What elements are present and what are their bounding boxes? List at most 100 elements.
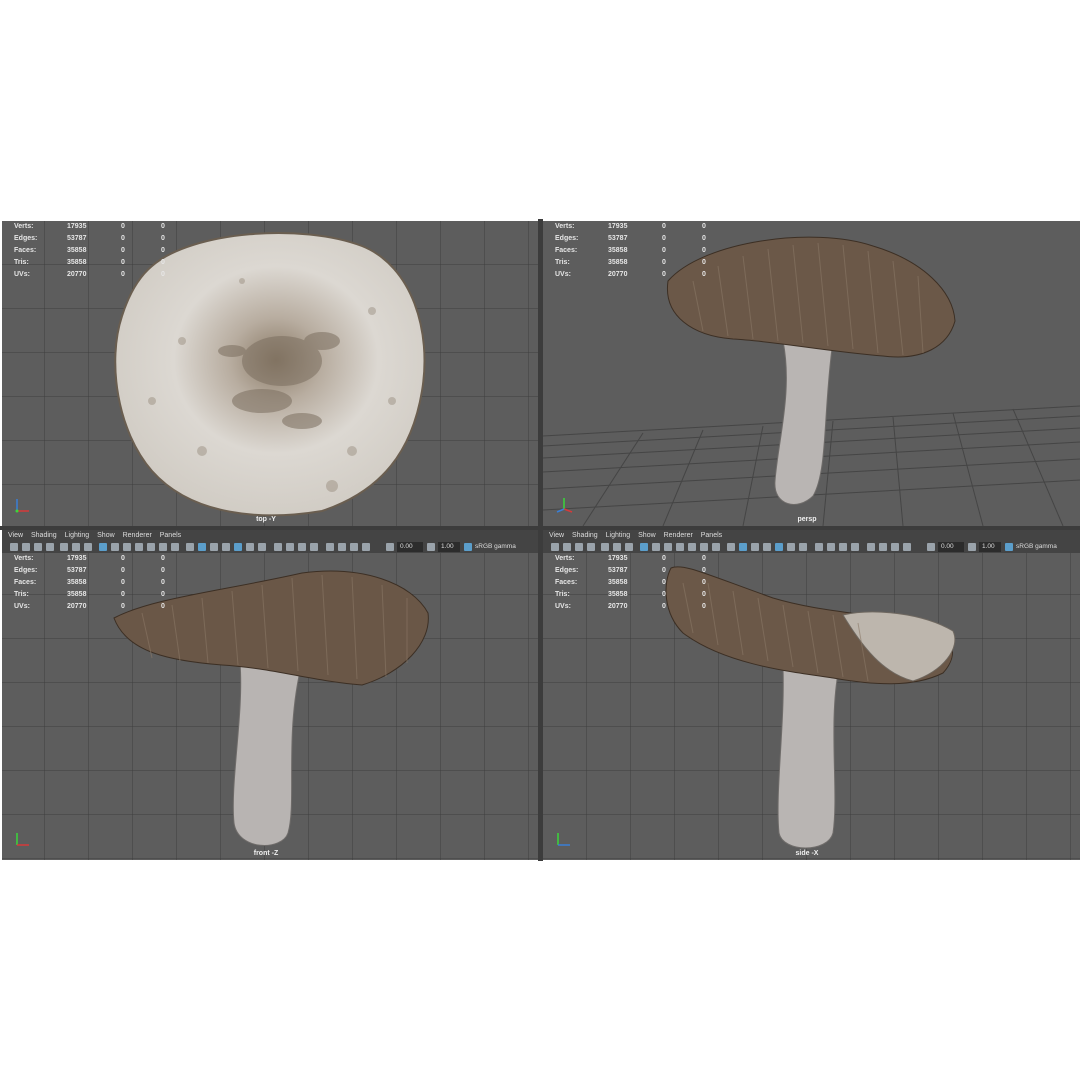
axis-gizmo-icon xyxy=(554,495,574,515)
grid-icon[interactable] xyxy=(640,543,648,551)
camera-icon[interactable] xyxy=(10,543,18,551)
menu-panels[interactable]: Panels xyxy=(160,530,181,541)
anti-alias-icon[interactable] xyxy=(298,543,306,551)
exposure-icon[interactable] xyxy=(386,543,394,551)
gamma-field[interactable]: 1.00 xyxy=(979,542,1001,552)
panel-toolbar: 0.00 1.00 sRGB gamma xyxy=(2,541,538,553)
depth-of-field-icon[interactable] xyxy=(310,543,318,551)
menu-renderer[interactable]: Renderer xyxy=(664,530,693,541)
default-material-icon[interactable] xyxy=(751,543,759,551)
image-plane-icon[interactable] xyxy=(587,543,595,551)
exposure-field[interactable]: 0.00 xyxy=(938,542,964,552)
image-plane-icon[interactable] xyxy=(46,543,54,551)
color-space-label[interactable]: sRGB gamma xyxy=(475,542,516,552)
grease-pencil-icon[interactable] xyxy=(601,543,609,551)
menu-view[interactable]: View xyxy=(549,530,564,541)
color-space-label[interactable]: sRGB gamma xyxy=(1016,542,1057,552)
menu-show[interactable]: Show xyxy=(97,530,115,541)
wireframe-on-shaded-icon[interactable] xyxy=(763,543,771,551)
panel-menu-bar: View Shading Lighting Show Renderer Pane… xyxy=(2,530,538,541)
resolution-gate-icon[interactable] xyxy=(664,543,672,551)
menu-lighting[interactable]: Lighting xyxy=(65,530,90,541)
axis-gizmo-icon xyxy=(13,495,33,515)
anti-alias-icon[interactable] xyxy=(839,543,847,551)
wireframe-on-shaded-icon[interactable] xyxy=(222,543,230,551)
camera-label: side -X xyxy=(795,850,819,857)
depth-of-field-icon[interactable] xyxy=(851,543,859,551)
viewport-top[interactable]: Verts: 17935 0 0 Edges: 53787 0 0 Faces: 35858 0… xyxy=(2,221,538,526)
camera-label: top -Y xyxy=(256,516,276,523)
safe-title-icon[interactable] xyxy=(712,543,720,551)
xray-joints-icon[interactable] xyxy=(338,543,346,551)
xray-joints-icon[interactable] xyxy=(879,543,887,551)
gamma-field[interactable]: 1.00 xyxy=(438,542,460,552)
camera-attr-icon[interactable] xyxy=(563,543,571,551)
lights-icon[interactable] xyxy=(246,543,254,551)
lights-icon[interactable] xyxy=(787,543,795,551)
film-gate-icon[interactable] xyxy=(111,543,119,551)
camera-label: persp xyxy=(797,516,817,523)
backface-icon[interactable] xyxy=(891,543,899,551)
camera-attr-icon[interactable] xyxy=(22,543,30,551)
backface-icon[interactable] xyxy=(350,543,358,551)
isolate-select-icon[interactable] xyxy=(362,543,370,551)
textured-icon[interactable] xyxy=(775,543,783,551)
gamma-icon[interactable] xyxy=(968,543,976,551)
mushroom-cap-persp xyxy=(666,236,956,358)
xray-icon[interactable] xyxy=(867,543,875,551)
textured-icon[interactable] xyxy=(234,543,242,551)
bookmark-icon[interactable] xyxy=(34,543,42,551)
viewport-divider-horizontal[interactable] xyxy=(0,526,1080,530)
pencil-icon[interactable] xyxy=(84,543,92,551)
bookmark-icon[interactable] xyxy=(575,543,583,551)
smooth-shade-icon[interactable] xyxy=(198,543,206,551)
resolution-gate-icon[interactable] xyxy=(123,543,131,551)
gamma-icon[interactable] xyxy=(427,543,435,551)
panel-toolbar: 0.00 1.00 sRGB gamma xyxy=(543,541,1080,553)
gate-mask-icon[interactable] xyxy=(676,543,684,551)
panel-menu-bar: View Shading Lighting Show Renderer Pane… xyxy=(543,530,1080,541)
isolate-icon[interactable] xyxy=(72,543,80,551)
gate-mask-icon[interactable] xyxy=(135,543,143,551)
xray-icon[interactable] xyxy=(326,543,334,551)
mushroom-stem-persp xyxy=(774,340,834,505)
safe-title-icon[interactable] xyxy=(171,543,179,551)
exposure-field[interactable]: 0.00 xyxy=(397,542,423,552)
ambient-occlusion-icon[interactable] xyxy=(815,543,823,551)
shadows-icon[interactable] xyxy=(258,543,266,551)
pencil-icon[interactable] xyxy=(625,543,633,551)
menu-shading[interactable]: Shading xyxy=(31,530,57,541)
camera-icon[interactable] xyxy=(551,543,559,551)
wireframe-icon[interactable] xyxy=(727,543,735,551)
menu-lighting[interactable]: Lighting xyxy=(606,530,631,541)
smooth-shade-icon[interactable] xyxy=(739,543,747,551)
grease-pencil-icon[interactable] xyxy=(60,543,68,551)
isolate-icon[interactable] xyxy=(613,543,621,551)
exposure-icon[interactable] xyxy=(927,543,935,551)
field-chart-icon[interactable] xyxy=(147,543,155,551)
shadows-icon[interactable] xyxy=(799,543,807,551)
viewport-side[interactable]: Verts: 17935 0 0 Edges: 53787 0 0 Faces: 35858 0… xyxy=(543,553,1080,860)
motion-blur-icon[interactable] xyxy=(286,543,294,551)
safe-action-icon[interactable] xyxy=(700,543,708,551)
menu-panels[interactable]: Panels xyxy=(701,530,722,541)
mushroom-stem-side xyxy=(777,667,840,849)
safe-action-icon[interactable] xyxy=(159,543,167,551)
motion-blur-icon[interactable] xyxy=(827,543,835,551)
color-management-icon[interactable] xyxy=(464,543,472,551)
isolate-select-icon[interactable] xyxy=(903,543,911,551)
grid-icon[interactable] xyxy=(99,543,107,551)
film-gate-icon[interactable] xyxy=(652,543,660,551)
ambient-occlusion-icon[interactable] xyxy=(274,543,282,551)
menu-renderer[interactable]: Renderer xyxy=(123,530,152,541)
default-material-icon[interactable] xyxy=(210,543,218,551)
field-chart-icon[interactable] xyxy=(688,543,696,551)
menu-view[interactable]: View xyxy=(8,530,23,541)
wireframe-icon[interactable] xyxy=(186,543,194,551)
color-management-icon[interactable] xyxy=(1005,543,1013,551)
viewport-front[interactable]: Verts: 17935 0 0 Edges: 53787 0 0 Faces: 35858 0… xyxy=(2,553,538,860)
menu-shading[interactable]: Shading xyxy=(572,530,598,541)
viewport-divider-vertical[interactable] xyxy=(538,219,543,861)
viewport-persp[interactable]: Verts: 17935 0 0 Edges: 53787 0 0 Faces: 35858 0… xyxy=(543,221,1080,526)
menu-show[interactable]: Show xyxy=(638,530,656,541)
